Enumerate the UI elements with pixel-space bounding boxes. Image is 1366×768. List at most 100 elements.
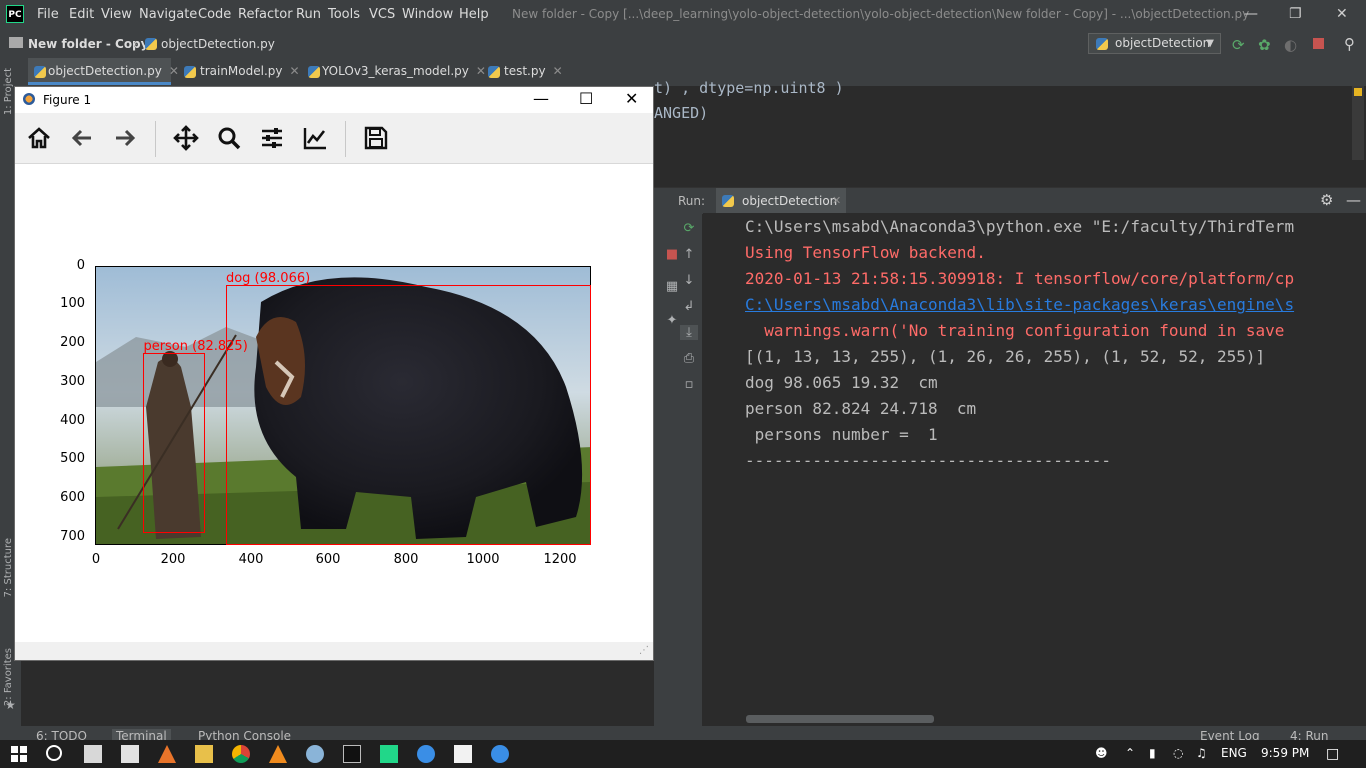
- app-icon[interactable]: [417, 745, 435, 763]
- menu-refactor[interactable]: Refactor: [238, 7, 293, 22]
- restore-icon[interactable]: ❐: [1289, 6, 1302, 22]
- tab-close-icon[interactable]: ✕: [553, 64, 563, 78]
- editor-minimap[interactable]: [1352, 86, 1364, 160]
- chrome-icon[interactable]: [232, 745, 250, 763]
- person-detection-label: person (82.825): [143, 339, 248, 355]
- menu-help[interactable]: Help: [459, 7, 489, 22]
- project-tool-button[interactable]: 1: Project: [3, 68, 14, 115]
- back-arrow-icon[interactable]: [68, 124, 96, 152]
- console-horizontal-scrollbar[interactable]: [746, 715, 934, 723]
- clock[interactable]: 9:59 PM: [1261, 746, 1309, 760]
- wifi-icon[interactable]: ◌: [1173, 746, 1183, 760]
- chevron-down-icon: ▼: [1206, 38, 1214, 49]
- coverage-icon[interactable]: ◐: [1284, 36, 1297, 54]
- close-icon[interactable]: ✕: [1336, 6, 1348, 22]
- pan-icon[interactable]: [172, 124, 200, 152]
- menu-code[interactable]: Code: [198, 7, 231, 22]
- windows-start-icon[interactable]: [11, 746, 27, 762]
- search-circle-icon[interactable]: [46, 745, 62, 761]
- print-icon[interactable]: ⎙: [680, 351, 698, 366]
- tab-close-icon[interactable]: ✕: [169, 64, 179, 78]
- warning-marker-icon[interactable]: [1354, 88, 1362, 96]
- tab-trainmodel[interactable]: trainModel.py ✕: [180, 58, 300, 85]
- file-explorer-icon[interactable]: [195, 745, 213, 763]
- bottom-tool-bar: 6: TODO Terminal Python Console Event Lo…: [0, 726, 1366, 740]
- structure-tool-button[interactable]: 7: Structure: [3, 538, 14, 597]
- arrow-up-icon[interactable]: ↑: [680, 247, 698, 262]
- zoom-icon[interactable]: [215, 124, 243, 152]
- menu-vcs[interactable]: VCS: [369, 7, 395, 22]
- tab-close-icon[interactable]: ✕: [290, 64, 300, 78]
- rerun-icon[interactable]: ⟳: [680, 221, 698, 236]
- event-log-tool-button[interactable]: Event Log: [1200, 729, 1260, 740]
- configure-subplots-icon[interactable]: [258, 124, 286, 152]
- menu-window[interactable]: Window: [402, 7, 453, 22]
- store-icon[interactable]: [121, 745, 139, 763]
- python-console-tool-button[interactable]: Python Console: [198, 729, 291, 740]
- layout-icon[interactable]: ▦: [663, 279, 681, 294]
- figure-maximize-icon[interactable]: ☐: [579, 89, 593, 108]
- stop-icon[interactable]: [1313, 38, 1324, 49]
- debug-icon[interactable]: ✿: [1258, 36, 1271, 54]
- dog-detection-box: [225, 285, 591, 545]
- console-line: --------------------------------------: [745, 451, 1112, 470]
- menu-navigate[interactable]: Navigate: [139, 7, 197, 22]
- stop-icon[interactable]: ■: [663, 247, 681, 262]
- settings-gear-icon[interactable]: ⚙: [1320, 191, 1333, 209]
- terminal-tool-button[interactable]: Terminal: [112, 729, 171, 740]
- arrow-down-icon[interactable]: ↓: [680, 273, 698, 288]
- notepad-icon[interactable]: [454, 745, 472, 763]
- app-icon[interactable]: [491, 745, 509, 763]
- notifications-icon[interactable]: □: [1326, 746, 1339, 762]
- mail-icon[interactable]: [84, 745, 102, 763]
- breadcrumb-separator-icon: ›: [133, 37, 138, 51]
- forward-arrow-icon[interactable]: [111, 124, 139, 152]
- menu-edit[interactable]: Edit: [69, 7, 94, 22]
- battery-icon[interactable]: ▮: [1149, 746, 1156, 760]
- search-everywhere-icon[interactable]: ⚲: [1344, 35, 1355, 53]
- y-tick-label: 0: [76, 258, 85, 273]
- tab-test[interactable]: test.py ✕: [484, 58, 563, 85]
- language-indicator[interactable]: ENG: [1221, 746, 1247, 760]
- paint-icon[interactable]: [306, 745, 324, 763]
- menu-run[interactable]: Run: [296, 7, 321, 22]
- trash-icon[interactable]: ▫: [680, 377, 698, 392]
- figure-title-bar: Figure 1 — ☐ ✕: [15, 87, 653, 113]
- console-output[interactable]: C:\Users\msabd\Anaconda3\python.exe "E:/…: [703, 213, 1366, 726]
- soft-wrap-icon[interactable]: ↲: [680, 299, 698, 314]
- run-configuration-select[interactable]: objectDetection ▼: [1088, 33, 1221, 54]
- run-tool-button[interactable]: 4: Run: [1290, 729, 1329, 740]
- scroll-to-end-icon[interactable]: ⤓: [680, 325, 698, 340]
- run-tab-close-icon[interactable]: ✕: [832, 194, 841, 207]
- home-icon[interactable]: [25, 124, 53, 152]
- people-icon[interactable]: ☻: [1095, 746, 1108, 760]
- figure-minimize-icon[interactable]: —: [533, 89, 549, 108]
- pycharm-icon[interactable]: [380, 745, 398, 763]
- code-editor[interactable]: t) , dtype=np.uint8 ) ANGED): [654, 79, 1366, 186]
- console-file-link[interactable]: C:\Users\msabd\Anaconda3\lib\site-packag…: [745, 295, 1294, 314]
- y-tick-label: 700: [60, 529, 85, 544]
- tray-chevron-up-icon[interactable]: ⌃: [1125, 746, 1135, 760]
- tab-yolov3-keras-model[interactable]: YOLOv3_keras_model.py ✕: [302, 58, 486, 85]
- breadcrumb-file[interactable]: objectDetection.py: [161, 37, 275, 51]
- run-tab[interactable]: objectDetection ✕: [716, 188, 846, 214]
- menu-tools[interactable]: Tools: [328, 7, 360, 22]
- figure-close-icon[interactable]: ✕: [625, 89, 638, 108]
- menu-file[interactable]: File: [37, 7, 59, 22]
- resize-grip-icon[interactable]: ⋰: [639, 645, 649, 656]
- run-configuration-label: objectDetection: [1115, 36, 1211, 50]
- todo-tool-button[interactable]: 6: TODO: [36, 729, 87, 740]
- command-prompt-icon[interactable]: [343, 745, 361, 763]
- tab-objectdetection[interactable]: objectDetection.py ✕: [28, 58, 179, 85]
- pin-icon[interactable]: ✦: [663, 313, 681, 328]
- menu-view[interactable]: View: [101, 7, 132, 22]
- y-tick-label: 300: [60, 374, 85, 389]
- save-icon[interactable]: [362, 124, 390, 152]
- minimize-icon[interactable]: —: [1244, 6, 1258, 22]
- edit-axis-icon[interactable]: [301, 124, 329, 152]
- hide-panel-icon[interactable]: —: [1346, 191, 1361, 209]
- volume-icon[interactable]: ♫: [1196, 746, 1207, 760]
- rerun-icon[interactable]: ⟳: [1232, 36, 1245, 54]
- python-file-icon: [34, 66, 46, 78]
- breadcrumb-project[interactable]: New folder - Copy: [28, 37, 148, 51]
